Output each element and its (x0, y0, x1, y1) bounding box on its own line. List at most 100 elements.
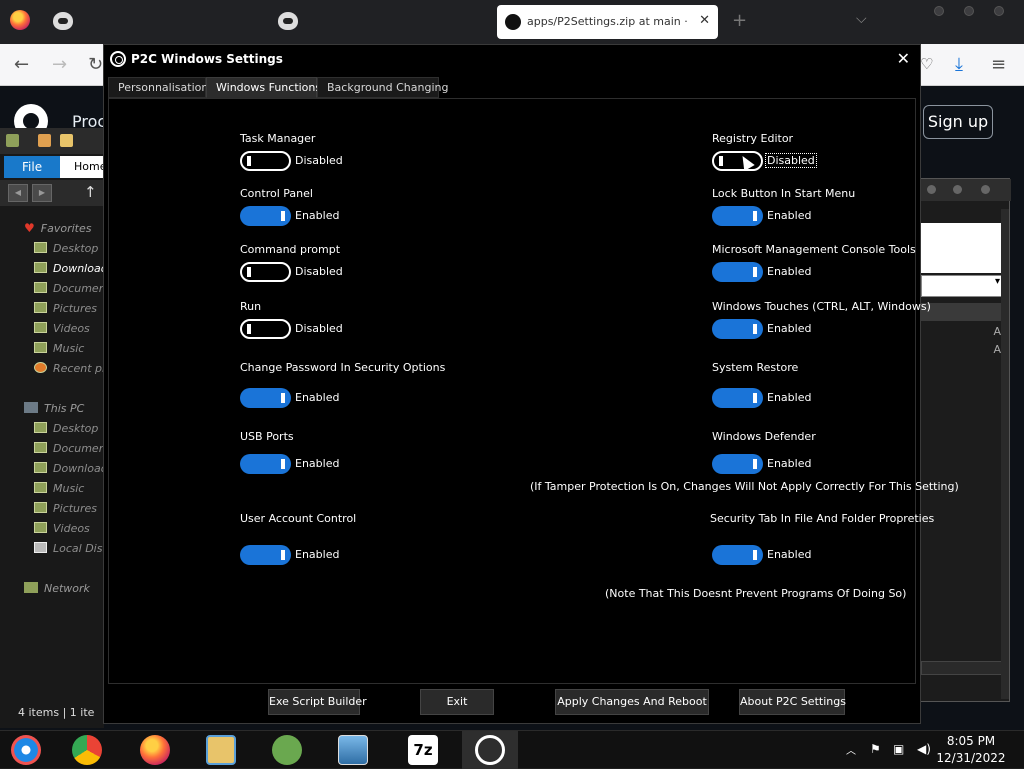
tree-item[interactable]: Pictures (34, 302, 104, 318)
network-icon (24, 582, 38, 593)
command-prompt-label: Command prompt (240, 243, 341, 256)
tab-windows-functions[interactable]: Windows Functions (206, 77, 321, 98)
folder-icon[interactable] (60, 134, 73, 147)
change-password-toggle[interactable] (240, 388, 291, 408)
network-header[interactable]: Network (24, 582, 90, 595)
tab-favicon-icon[interactable] (53, 12, 73, 30)
clock[interactable]: 8:05 PM 12/31/2022 (926, 733, 1016, 767)
control-panel-label: Control Panel (240, 187, 313, 200)
close-window-button[interactable] (994, 6, 1004, 16)
photo-viewer-icon[interactable] (338, 735, 368, 765)
back-icon[interactable]: ← (14, 54, 29, 75)
header-row (921, 303, 1005, 321)
up-icon[interactable]: ↑ (84, 183, 97, 201)
forward-icon[interactable]: → (52, 54, 67, 75)
windows-defender-toggle[interactable] (712, 454, 763, 474)
security-tab-toggle[interactable] (712, 545, 763, 565)
users-icon[interactable] (272, 735, 302, 765)
maximize-button[interactable] (964, 6, 974, 16)
this-pc-header[interactable]: This PC (24, 402, 84, 415)
pocket-icon[interactable]: ♡ (920, 55, 933, 73)
task-manager-toggle[interactable] (240, 151, 291, 171)
maximize-button[interactable] (953, 185, 962, 194)
apply-changes-button[interactable]: Apply Changes And Reboot (555, 689, 709, 715)
user-account-control-toggle[interactable] (240, 545, 291, 565)
exit-button[interactable]: Exit (420, 689, 494, 715)
about-button[interactable]: About P2C Settings (739, 689, 846, 715)
tree-item[interactable]: Downloads (34, 262, 104, 278)
file-explorer-icon[interactable] (206, 735, 236, 765)
tree-item[interactable]: Videos (34, 322, 104, 338)
tab-favicon-icon[interactable] (278, 12, 298, 30)
tray-overflow-icon[interactable]: ︿ (846, 742, 856, 757)
start-button-icon[interactable] (11, 735, 41, 765)
tree-item[interactable]: Local Disk (34, 542, 104, 558)
tab-background-changing[interactable]: Background Changing (317, 77, 448, 98)
new-folder-icon[interactable] (38, 134, 51, 147)
signup-button[interactable]: Sign up (923, 105, 993, 139)
close-tab-icon[interactable]: ✕ (699, 13, 710, 28)
toggle-knob (247, 156, 251, 166)
toggle-knob (281, 459, 285, 469)
favorites-header[interactable]: ♥ Favorites (24, 221, 91, 235)
mmc-tools-state: Enabled (767, 265, 812, 278)
download-icon[interactable]: ⤓ (955, 54, 963, 75)
firefox-icon[interactable] (140, 735, 170, 765)
new-tab-button[interactable]: + (732, 10, 747, 31)
tree-item[interactable]: Documents (34, 282, 104, 298)
exe-script-builder-button[interactable]: Exe Script Builder (268, 689, 367, 715)
gear-icon (110, 51, 126, 67)
reload-icon[interactable]: ↻ (88, 54, 103, 75)
firefox-icon[interactable] (10, 10, 30, 30)
tree-item[interactable]: Desktop (34, 422, 104, 438)
tab-personnalisation[interactable]: Personnalisation (108, 77, 208, 98)
run-toggle[interactable] (240, 319, 291, 339)
window-title: P2C Windows Settings (131, 52, 283, 66)
tree-item[interactable]: Videos (34, 522, 104, 538)
chrome-icon[interactable] (72, 735, 102, 765)
toggle-knob (281, 550, 285, 560)
menu-icon[interactable]: ≡ (991, 54, 1006, 75)
vertical-scrollbar[interactable] (1001, 209, 1009, 699)
task-manager-state: Disabled (295, 154, 343, 167)
home-tab[interactable]: Home (60, 156, 106, 178)
lock-button-state: Enabled (767, 209, 812, 222)
7zip-icon[interactable]: 7z (408, 735, 438, 765)
back-button[interactable]: ◀ (8, 184, 28, 202)
control-panel-toggle[interactable] (240, 206, 291, 226)
tree-item[interactable]: Recent places (34, 362, 104, 378)
command-prompt-toggle[interactable] (240, 262, 291, 282)
usb-ports-toggle[interactable] (240, 454, 291, 474)
windows-touches-toggle[interactable] (712, 319, 763, 339)
command-prompt-state: Disabled (295, 265, 343, 278)
properties-icon[interactable] (6, 134, 19, 147)
tree-item[interactable]: Music (34, 482, 104, 498)
dropdown[interactable]: ▾ (921, 275, 1005, 297)
minimize-button[interactable] (927, 185, 936, 194)
toggle-knob (753, 267, 757, 277)
tree-item[interactable]: Downloads (34, 462, 104, 478)
file-tab[interactable]: File (4, 156, 60, 178)
tree-item[interactable]: Desktop (34, 242, 104, 258)
toggle-knob (753, 211, 757, 221)
close-button[interactable] (981, 185, 990, 194)
flag-icon[interactable]: ⚑ (870, 742, 881, 756)
videos-icon (34, 322, 47, 333)
tree-item[interactable]: Pictures (34, 502, 104, 518)
tree-item[interactable]: Documents (34, 442, 104, 458)
mmc-tools-toggle[interactable] (712, 262, 763, 282)
browser-active-tab[interactable]: apps/P2Settings.zip at main · co ✕ (497, 5, 718, 39)
tree-item[interactable]: Music (34, 342, 104, 358)
network-icon[interactable]: ▣ (893, 742, 904, 756)
minimize-button[interactable] (934, 6, 944, 16)
close-button[interactable]: ✕ (897, 49, 910, 68)
horizontal-scrollbar[interactable] (921, 661, 1005, 675)
music-icon (34, 482, 47, 493)
control-panel-state: Enabled (295, 209, 340, 222)
lock-button-toggle[interactable] (712, 206, 763, 226)
run-label: Run (240, 300, 262, 313)
system-restore-toggle[interactable] (712, 388, 763, 408)
forward-button[interactable]: ▶ (32, 184, 52, 202)
gear-icon[interactable] (475, 735, 505, 765)
list-tabs-button[interactable]: ⌵ (856, 11, 867, 27)
